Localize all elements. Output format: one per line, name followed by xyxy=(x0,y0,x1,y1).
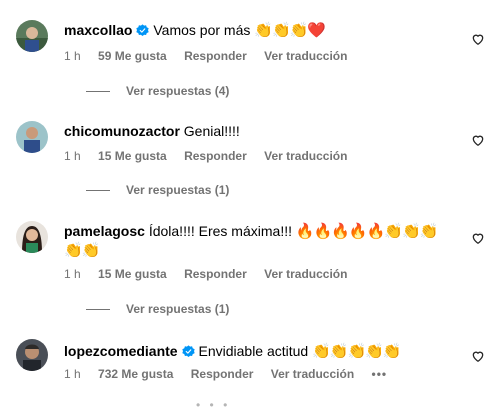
comment-emojis-continued: 👏👏 xyxy=(64,241,100,259)
reply-button[interactable]: Responder xyxy=(191,367,254,381)
username[interactable]: maxcollao xyxy=(64,22,132,38)
avatar[interactable] xyxy=(16,20,48,52)
replies-divider xyxy=(86,309,110,311)
comment-time: 1 h xyxy=(64,367,81,381)
translate-button[interactable]: Ver traducción xyxy=(264,49,347,63)
reply-button[interactable]: Responder xyxy=(184,149,247,163)
translate-button[interactable]: Ver traducción xyxy=(271,367,354,381)
comment-text: Vamos por más xyxy=(153,22,251,38)
replies-divider xyxy=(86,190,110,192)
avatar[interactable] xyxy=(16,121,48,153)
likes-count[interactable]: 732 Me gusta xyxy=(98,367,173,381)
comment-text: Ídola!!!! Eres máxima!!! xyxy=(148,223,292,239)
reply-button[interactable]: Responder xyxy=(184,49,247,63)
comment-time: 1 h xyxy=(64,49,81,63)
comment-emojis: 👏👏👏👏👏 xyxy=(312,342,401,360)
reply-button[interactable]: Responder xyxy=(184,267,247,281)
view-replies-button[interactable]: Ver respuestas (4) xyxy=(86,83,229,99)
view-replies-button[interactable]: Ver respuestas (1) xyxy=(86,182,229,198)
likes-count[interactable]: 59 Me gusta xyxy=(98,49,167,63)
translate-button[interactable]: Ver traducción xyxy=(264,267,347,281)
more-options-icon[interactable]: ••• xyxy=(372,367,388,381)
comment-emojis: 👏👏👏❤️ xyxy=(254,21,326,39)
comment-emojis: 🔥🔥🔥🔥🔥👏👏👏 xyxy=(295,222,438,240)
verified-badge-icon xyxy=(136,24,150,37)
likes-count[interactable]: 15 Me gusta xyxy=(98,267,167,281)
avatar[interactable] xyxy=(16,221,48,253)
username[interactable]: pamelagosc xyxy=(64,223,145,239)
translate-button[interactable]: Ver traducción xyxy=(264,149,347,163)
heart-outline-icon[interactable] xyxy=(471,133,485,147)
replies-divider xyxy=(86,91,110,93)
username[interactable]: chicomunozactor xyxy=(64,123,180,139)
comment-text: Genial!!!! xyxy=(183,123,240,139)
heart-outline-icon[interactable] xyxy=(471,349,485,363)
comment-time: 1 h xyxy=(64,267,81,281)
heart-outline-icon[interactable] xyxy=(471,32,485,46)
loading-indicator: • • • xyxy=(196,398,231,412)
heart-outline-icon[interactable] xyxy=(471,231,485,245)
likes-count[interactable]: 15 Me gusta xyxy=(98,149,167,163)
username[interactable]: lopezcomediante xyxy=(64,343,178,359)
avatar[interactable] xyxy=(16,339,48,371)
view-replies-button[interactable]: Ver respuestas (1) xyxy=(86,301,229,317)
verified-badge-icon xyxy=(181,345,195,358)
comment-text: Envidiable actitud xyxy=(198,343,309,359)
comment-time: 1 h xyxy=(64,149,81,163)
